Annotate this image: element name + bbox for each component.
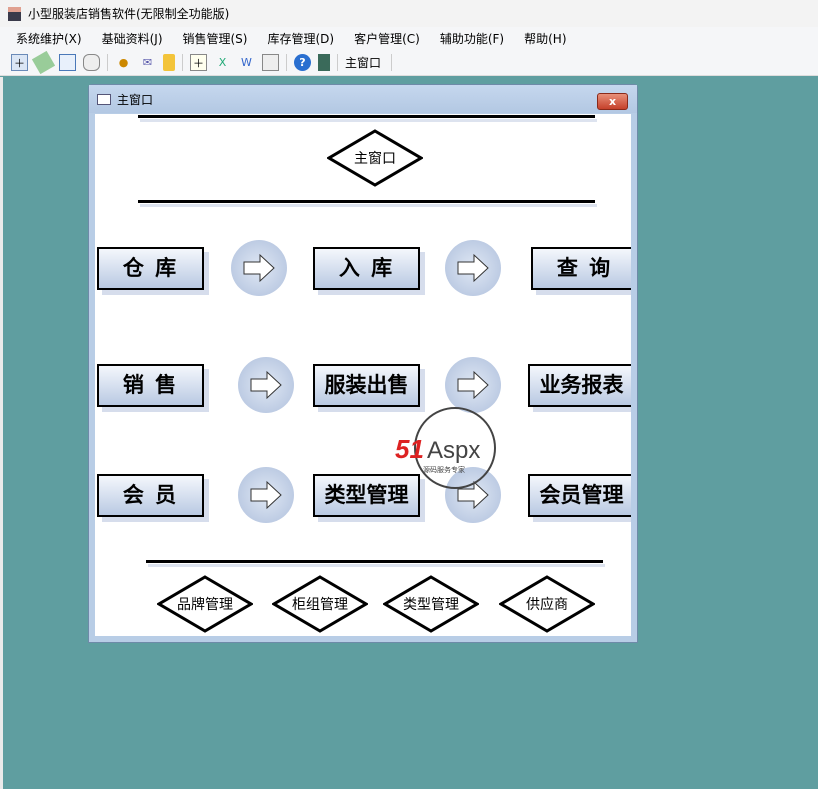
exit-door-icon[interactable] — [318, 54, 330, 71]
app-titlebar: 小型服装店销售软件(无限制全功能版) — [0, 0, 818, 27]
new-folder-icon[interactable]: ＋ — [11, 54, 28, 71]
header-diamond: 主窗口 — [327, 129, 423, 187]
menu-bar: 系统维护(X) 基础资料(J) 销售管理(S) 库存管理(D) 客户管理(C) … — [0, 27, 818, 50]
toolbar-separator — [391, 54, 393, 71]
window-title: 主窗口 — [117, 92, 154, 107]
header-diamond-label: 主窗口 — [354, 151, 396, 167]
help-icon[interactable]: ? — [294, 54, 311, 71]
brand-management-diamond[interactable]: 品牌管理 — [157, 575, 253, 633]
query-button[interactable]: 查 询 — [531, 247, 631, 290]
left-edge — [0, 77, 3, 789]
arrow-right-icon — [238, 467, 294, 523]
toolbar: ＋ ● ✉ ＋ X W ? 主窗口 — [0, 50, 818, 76]
stock-in-button[interactable]: 入 库 — [313, 247, 420, 290]
divider-line — [146, 560, 603, 563]
arrow-right-icon — [445, 240, 501, 296]
mail-icon[interactable]: ✉ — [139, 54, 156, 71]
menu-basic-data[interactable]: 基础资料(J) — [102, 30, 163, 47]
type-management-diamond[interactable]: 类型管理 — [383, 575, 479, 633]
menu-sales[interactable]: 销售管理(S) — [183, 30, 248, 47]
word-icon[interactable]: W — [238, 54, 255, 71]
toolbar-main-window[interactable]: 主窗口 — [345, 54, 381, 71]
lock-icon[interactable] — [163, 54, 175, 71]
arrow-right-icon — [231, 240, 287, 296]
svg-text:Aspx: Aspx — [427, 437, 480, 464]
member-button[interactable]: 会 员 — [97, 474, 204, 517]
toolbar-separator — [286, 54, 287, 71]
diamond-label: 品牌管理 — [177, 597, 233, 613]
main-window: 主窗口 x 主窗口 仓 库 入 库 查 询 销 售 服装出售 业务报表 会 员 … — [88, 84, 638, 643]
clothing-sale-button[interactable]: 服装出售 — [313, 364, 420, 407]
window-titlebar[interactable]: 主窗口 — [89, 85, 637, 113]
divider-line — [138, 200, 595, 203]
business-report-button[interactable]: 业务报表 — [528, 364, 631, 407]
app-title: 小型服装店销售软件(无限制全功能版) — [28, 7, 230, 21]
svg-text:51: 51 — [395, 434, 424, 464]
menu-customers[interactable]: 客户管理(C) — [354, 30, 420, 47]
member-management-button[interactable]: 会员管理 — [528, 474, 631, 517]
menu-system[interactable]: 系统维护(X) — [16, 30, 82, 47]
user-icon[interactable]: ● — [115, 54, 132, 71]
watermark-logo: 51 Aspx 源码服务专家 — [395, 406, 517, 491]
money-icon[interactable] — [31, 50, 56, 75]
diamond-label: 柜组管理 — [292, 597, 348, 613]
arrow-right-icon — [445, 357, 501, 413]
sales-button[interactable]: 销 售 — [97, 364, 204, 407]
window-icon[interactable] — [59, 54, 76, 71]
arrow-right-icon — [238, 357, 294, 413]
toolbar-separator — [182, 54, 183, 71]
close-button[interactable]: x — [597, 93, 628, 110]
menu-inventory[interactable]: 库存管理(D) — [267, 30, 334, 47]
database-icon[interactable] — [83, 54, 100, 71]
diamond-label: 供应商 — [526, 597, 568, 613]
excel-icon[interactable]: X — [214, 54, 231, 71]
warehouse-button[interactable]: 仓 库 — [97, 247, 204, 290]
window-icon — [97, 93, 111, 105]
toolbar-separator — [337, 54, 338, 71]
divider-line — [138, 115, 595, 118]
toolbar-separator — [107, 54, 108, 71]
svg-text:源码服务专家: 源码服务专家 — [423, 465, 465, 474]
supplier-diamond[interactable]: 供应商 — [499, 575, 595, 633]
notepad-add-icon[interactable]: ＋ — [190, 54, 207, 71]
calculator-icon[interactable] — [262, 54, 279, 71]
menu-help[interactable]: 帮助(H) — [524, 30, 566, 47]
diamond-label: 类型管理 — [403, 597, 459, 613]
counter-group-diamond[interactable]: 柜组管理 — [272, 575, 368, 633]
app-icon — [8, 6, 21, 21]
menu-tools[interactable]: 辅助功能(F) — [440, 30, 504, 47]
window-content: 主窗口 仓 库 入 库 查 询 销 售 服装出售 业务报表 会 员 类型管理 会… — [95, 114, 631, 636]
